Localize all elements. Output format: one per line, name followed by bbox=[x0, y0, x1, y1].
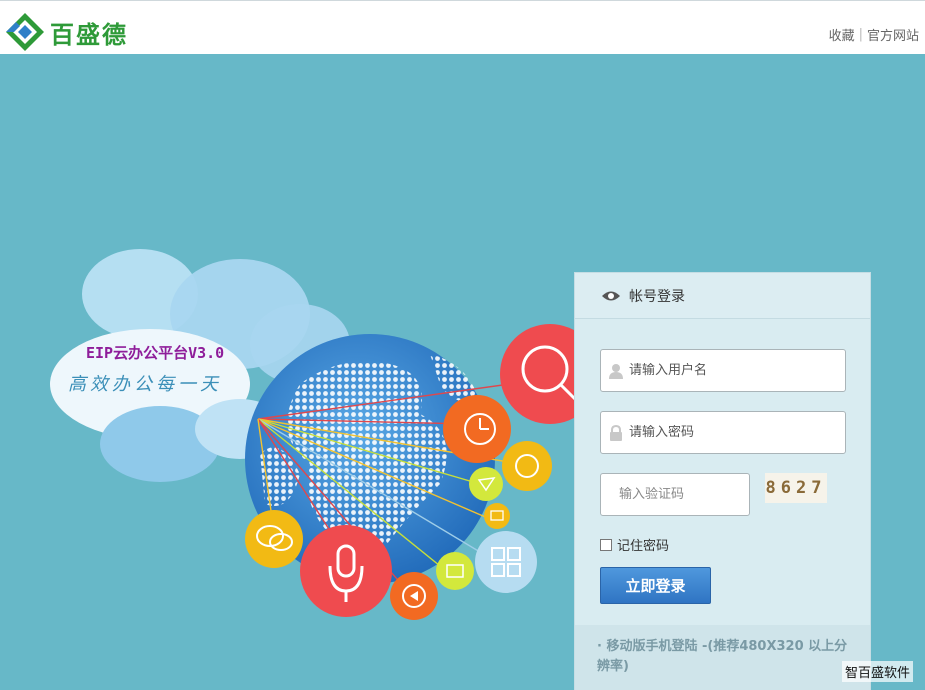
mobile-login-link[interactable]: · 移动版手机登陆 -(推荐480X320 以上分辨率) bbox=[575, 625, 870, 690]
remember-label: 记住密码 bbox=[617, 539, 670, 554]
captcha-image[interactable]: 8627 bbox=[765, 473, 827, 503]
clock-bubble-icon bbox=[443, 395, 511, 463]
folder-bubble-icon bbox=[436, 552, 474, 590]
remember-checkbox[interactable] bbox=[600, 538, 612, 551]
main-area: EIP云办公平台V3.0 高效办公每一天 帐号登录 请输入用户名 输入验证码 8… bbox=[0, 54, 925, 690]
login-button[interactable]: 立即登录 bbox=[600, 567, 711, 604]
username-field[interactable] bbox=[600, 349, 846, 392]
lock-icon bbox=[610, 424, 622, 441]
play-bubble-icon bbox=[390, 572, 438, 620]
hero-illustration: EIP云办公平台V3.0 高效办公每一天 bbox=[0, 54, 620, 690]
brand-name: 百盛德 bbox=[50, 19, 128, 49]
captcha-field[interactable] bbox=[600, 473, 750, 516]
login-panel: 帐号登录 8627 记住密码 立即登录 · 移动版手机登陆 -(推荐480X3 bbox=[574, 272, 871, 690]
login-title: 帐号登录 bbox=[629, 288, 685, 305]
diamond-logo-icon bbox=[6, 13, 44, 51]
chat-bubble-icon bbox=[245, 510, 303, 568]
remember-password[interactable]: 记住密码 bbox=[600, 535, 669, 554]
product-name: EIP云办公平台V3.0 bbox=[86, 344, 225, 362]
official-site-link[interactable]: 官方网站 bbox=[867, 25, 919, 44]
divider: | bbox=[858, 27, 863, 42]
username-input[interactable] bbox=[629, 363, 829, 378]
send-bubble-icon bbox=[469, 467, 503, 501]
watermark-text: 智百盛软件 bbox=[841, 661, 913, 682]
microphone-bubble-icon bbox=[300, 525, 392, 617]
grid-bubble-icon bbox=[475, 531, 537, 593]
eye-icon bbox=[602, 291, 620, 300]
brand-logo[interactable]: 百盛德 bbox=[4, 11, 128, 53]
password-input[interactable] bbox=[629, 425, 829, 440]
user-icon bbox=[609, 363, 623, 379]
password-field[interactable] bbox=[600, 411, 846, 454]
site-header: 百盛德 收藏 | 官方网站 bbox=[0, 0, 925, 54]
palette-bubble-icon bbox=[502, 441, 552, 491]
login-panel-header: 帐号登录 bbox=[575, 273, 870, 319]
favorite-link[interactable]: 收藏 bbox=[829, 25, 855, 44]
captcha-input[interactable] bbox=[619, 487, 739, 502]
image-bubble-icon bbox=[484, 503, 510, 529]
tagline: 高效办公每一天 bbox=[68, 374, 222, 395]
top-links: 收藏 | 官方网站 bbox=[829, 25, 919, 44]
